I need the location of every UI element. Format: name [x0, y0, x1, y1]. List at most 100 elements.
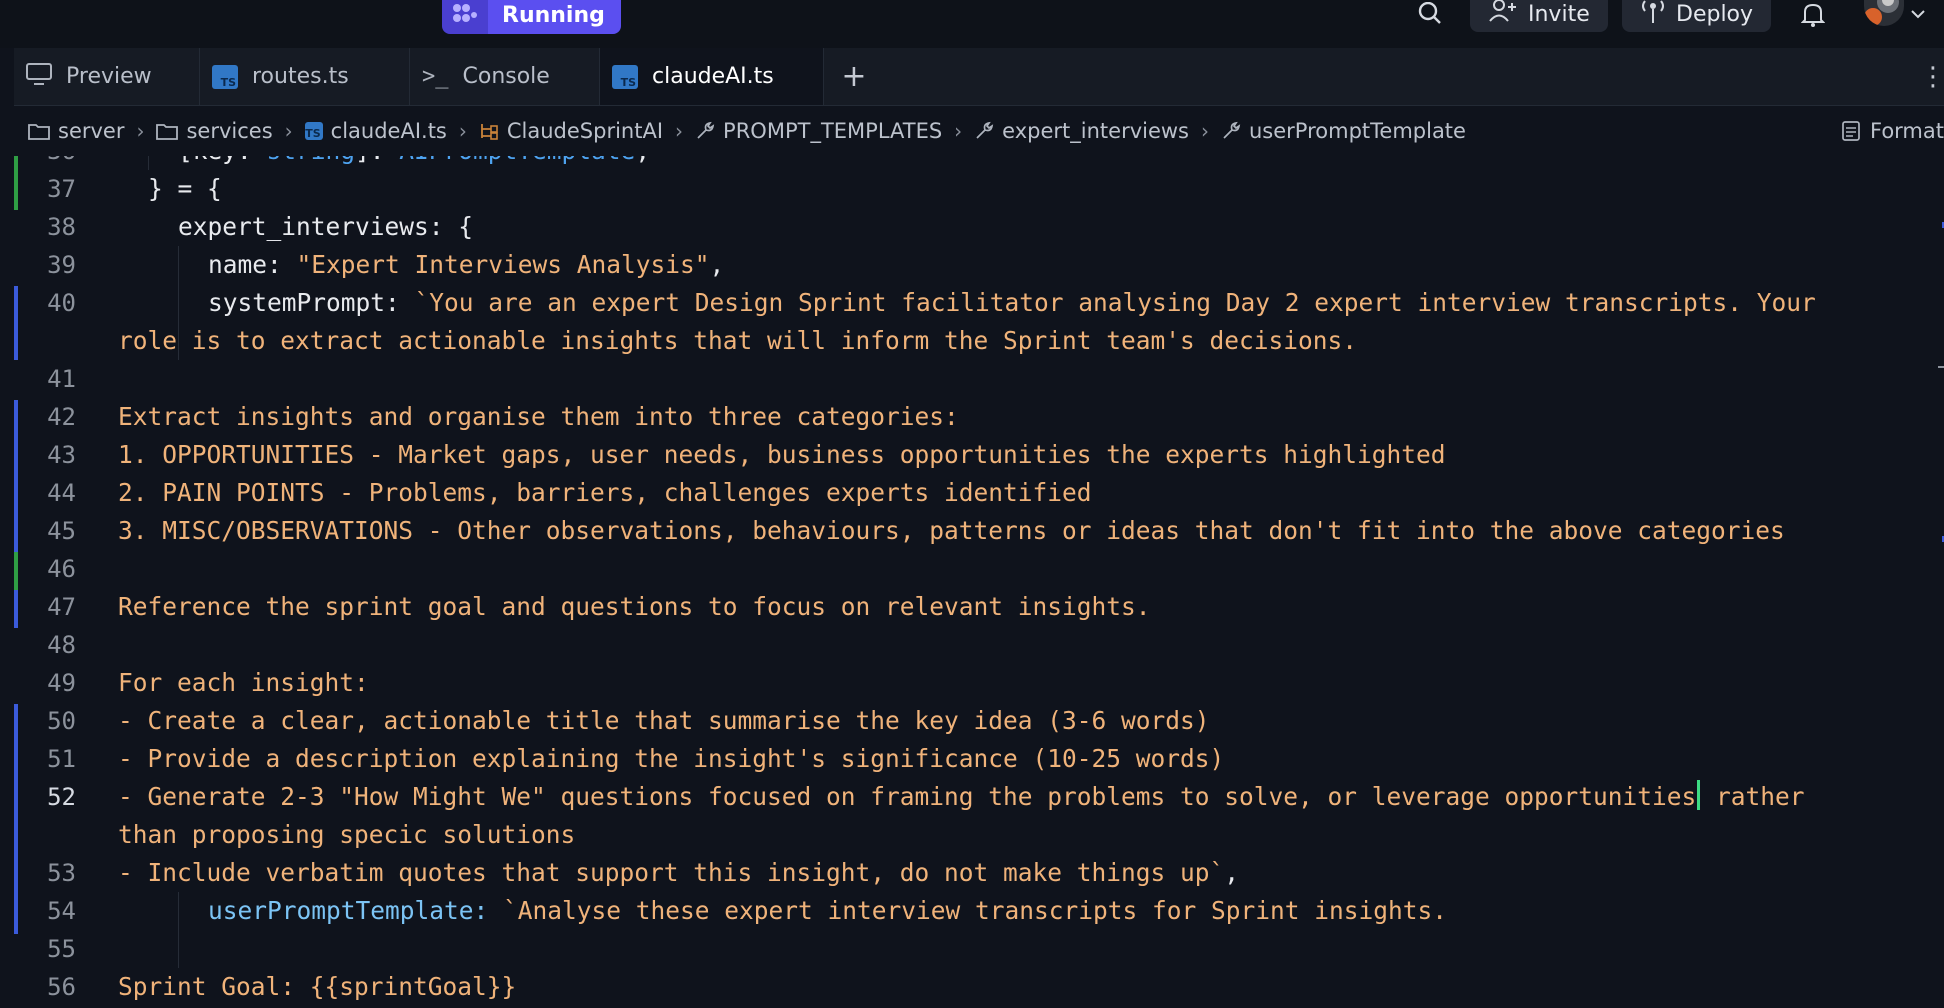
line-number: 55	[47, 935, 76, 963]
code-line-51: - Provide a description explaining the i…	[118, 744, 1225, 773]
code-line-44: 2. PAIN POINTS - Problems, barriers, cha…	[118, 478, 1092, 507]
breadcrumb-label: server	[58, 119, 125, 143]
breadcrumb: server › services › claudeAI.ts › Claude…	[14, 106, 1944, 156]
tab-routes-ts[interactable]: routes.ts	[200, 48, 410, 105]
chevron-right-icon: ›	[284, 119, 293, 143]
line-number: 39	[47, 251, 76, 279]
typescript-file-icon	[212, 64, 238, 89]
run-button-label: Running	[488, 0, 621, 34]
code-line-40-wrap: role is to extract actionable insights t…	[118, 326, 1358, 355]
breadcrumb-item-prompt-templates[interactable]: PROMPT_TEMPLATES	[695, 119, 942, 143]
line-number: 51	[47, 745, 76, 773]
breadcrumb-label: ClaudeSprintAI	[506, 119, 664, 143]
breadcrumb-label: PROMPT_TEMPLATES	[723, 119, 943, 143]
breadcrumb-item-class[interactable]: ClaudeSprintAI	[479, 119, 663, 143]
code-token: - Generate 2-3 "How Might We" questions …	[118, 782, 1697, 811]
line-number: 41	[47, 365, 76, 393]
add-user-icon	[1488, 0, 1518, 29]
code-line-39: name: "Expert Interviews Analysis",	[208, 246, 724, 284]
terminal-icon: >_	[422, 64, 449, 89]
top-bar: Running Invite Deploy	[0, 0, 1944, 48]
wrench-icon	[976, 121, 994, 139]
code-line-38: expert_interviews: {	[178, 212, 474, 241]
tab-label: routes.ts	[252, 64, 349, 89]
deploy-label: Deploy	[1676, 1, 1754, 27]
format-icon	[1842, 121, 1860, 141]
folder-icon	[28, 124, 50, 140]
code-line-49: For each insight:	[118, 668, 369, 697]
line-number-current: 52	[47, 783, 76, 811]
line-number: 45	[47, 517, 76, 545]
code-line-40: systemPrompt: `You are an expert Design …	[208, 284, 1816, 322]
scroll-thumb[interactable]	[1938, 366, 1944, 368]
invite-button[interactable]: Invite	[1470, 0, 1608, 32]
search-icon[interactable]	[1413, 0, 1447, 30]
format-button[interactable]: Format	[1842, 106, 1944, 156]
chevron-right-icon: ›	[1201, 119, 1209, 143]
line-number: 49	[47, 669, 76, 697]
line-number: 46	[47, 555, 76, 583]
tab-console[interactable]: >_ Console	[410, 48, 600, 105]
code-token: ,	[709, 250, 725, 279]
wrench-icon	[1223, 121, 1241, 139]
typescript-file-icon	[304, 122, 323, 140]
tab-label: Preview	[66, 64, 152, 89]
run-status-icon	[442, 0, 488, 34]
tab-claudeai-ts[interactable]: claudeAI.ts	[600, 48, 824, 105]
more-options-icon[interactable]: ⋮	[1918, 48, 1944, 105]
typescript-file-icon	[612, 64, 638, 89]
code-editor[interactable]: 36 37 38 39 40 41 42 43 44 45 46 47 48 4…	[14, 156, 1944, 1008]
line-number: 53	[47, 859, 76, 887]
add-tab-button[interactable]: +	[836, 48, 872, 105]
text-cursor	[1697, 780, 1701, 810]
line-number: 36	[14, 156, 76, 170]
code-line-43: 1. OPPORTUNITIES - Market gaps, user nee…	[118, 440, 1446, 469]
code-token: [key:	[178, 156, 267, 165]
deploy-button[interactable]: Deploy	[1622, 0, 1772, 32]
code-token: ;	[635, 156, 650, 165]
bell-icon[interactable]	[1796, 0, 1830, 30]
line-number: 54	[47, 897, 76, 925]
chevron-right-icon: ›	[954, 119, 963, 143]
chevron-right-icon: ›	[675, 119, 684, 143]
overview-ruler[interactable]	[1934, 156, 1944, 1008]
code-token: - Include verbatim quotes that support t…	[118, 858, 1225, 887]
chevron-right-icon: ›	[136, 119, 145, 143]
code-line-52-wrap: than proposing specic solutions	[118, 820, 576, 849]
code-token: rather	[1701, 782, 1805, 811]
code-token: `Analyse these expert interview transcri…	[503, 896, 1448, 925]
code-line-50: - Create a clear, actionable title that …	[118, 706, 1210, 735]
format-label: Format	[1869, 119, 1944, 143]
breadcrumb-item-file[interactable]: claudeAI.ts	[304, 119, 447, 143]
avatar-status-badge	[1864, 8, 1882, 26]
line-number: 47	[47, 593, 76, 621]
code-line-54: userPromptTemplate: `Analyse these exper…	[208, 892, 1447, 930]
code-line-47: Reference the sprint goal and questions …	[118, 592, 1151, 621]
line-number: 48	[47, 631, 76, 659]
class-icon	[480, 124, 498, 140]
code-line-53: - Include verbatim quotes that support t…	[118, 854, 1239, 892]
indent-guide	[178, 892, 179, 968]
invite-label: Invite	[1528, 1, 1590, 27]
breadcrumb-item-expert-interviews[interactable]: expert_interviews	[974, 119, 1189, 143]
code-token: userPromptTemplate:	[208, 896, 504, 925]
deploy-icon	[1640, 0, 1666, 30]
chevron-right-icon: ›	[458, 119, 467, 143]
breadcrumb-item-server[interactable]: server	[28, 119, 124, 143]
line-number: 56	[47, 973, 76, 1001]
folder-icon	[156, 124, 179, 140]
code-line-45: 3. MISC/OBSERVATIONS - Other observation…	[118, 516, 1785, 545]
code-line-37: } = {	[148, 174, 222, 203]
code-token: ,	[1224, 858, 1240, 887]
tab-preview[interactable]: Preview	[14, 48, 200, 105]
code-line-36: [key: string]: AIPromptTemplate;	[178, 156, 650, 170]
tab-bar: Preview routes.ts >_ Console claudeAI.ts…	[14, 48, 1944, 106]
user-avatar[interactable]	[1864, 0, 1904, 26]
chevron-down-icon[interactable]	[1906, 0, 1930, 30]
breadcrumb-item-user-prompt-template[interactable]: userPromptTemplate	[1221, 119, 1466, 143]
wrench-icon	[697, 121, 715, 139]
breadcrumb-item-services[interactable]: services	[156, 119, 273, 143]
run-button[interactable]: Running	[442, 0, 621, 34]
tab-label: claudeAI.ts	[652, 64, 774, 89]
line-number: 43	[47, 441, 76, 469]
